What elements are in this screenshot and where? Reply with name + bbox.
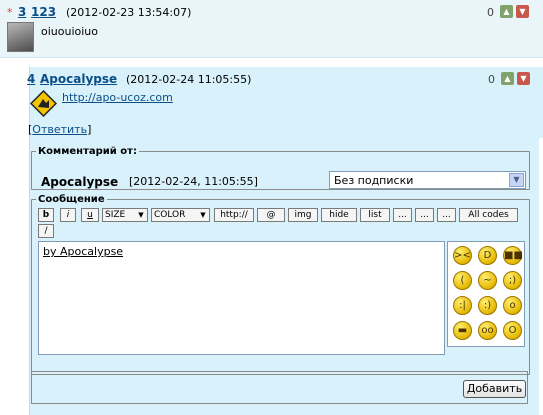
close-tag-button[interactable]: /: [38, 224, 54, 238]
avatar: [7, 22, 34, 52]
list-button[interactable]: list: [360, 208, 390, 222]
smiley-frown-icon[interactable]: :|: [453, 296, 472, 315]
more-button-1[interactable]: ...: [393, 208, 412, 222]
new-marker: *: [7, 6, 13, 19]
all-codes-button[interactable]: All codes: [459, 208, 518, 222]
more-button-2[interactable]: ...: [415, 208, 434, 222]
thumb-down-icon[interactable]: ▼: [517, 72, 530, 85]
reply-wrapper: [Ответить]: [28, 123, 92, 136]
smiley-surprised-icon[interactable]: o: [503, 296, 522, 315]
smiley-smile-icon[interactable]: :): [478, 296, 497, 315]
smileys-panel: >< D ■■ ( ~ ;) :| :) o ▬ oo O: [447, 241, 525, 347]
comment-number-link[interactable]: 4: [27, 72, 35, 86]
underline-button[interactable]: u: [81, 208, 99, 222]
color-select-label: COLOR: [154, 210, 186, 220]
smiley-sly-icon[interactable]: ~: [478, 271, 497, 290]
comment-author-legend: Комментарий от:: [38, 146, 137, 157]
size-select-label: SIZE: [105, 210, 126, 220]
comment-form: Комментарий от: Apocalypse [2012-02-24, …: [29, 138, 539, 415]
smiley-wink-icon[interactable]: ;): [503, 271, 522, 290]
message-textarea[interactable]: by Apocalypse: [38, 241, 445, 355]
url-button[interactable]: http://: [214, 208, 254, 222]
comment-author-link[interactable]: 123: [31, 5, 56, 19]
comment-number-link[interactable]: 3: [18, 5, 26, 19]
smiley-sad-icon[interactable]: (: [453, 271, 472, 290]
comment-date: (2012-02-24 11:05:55): [126, 73, 252, 86]
img-button[interactable]: img: [288, 208, 318, 222]
comment-text: oiuouioiuo: [41, 25, 99, 38]
email-button[interactable]: @: [257, 208, 285, 222]
author-name: Apocalypse: [41, 175, 119, 189]
subscription-select[interactable]: Без подписки ▼: [329, 171, 526, 189]
bold-button[interactable]: b: [38, 208, 54, 222]
submit-button[interactable]: Добавить: [463, 380, 526, 398]
smiley-grin-icon[interactable]: D: [478, 246, 497, 265]
thumb-down-icon[interactable]: ▼: [516, 5, 529, 18]
subscription-value: Без подписки: [334, 174, 414, 187]
chevron-down-icon: ▼: [138, 211, 144, 219]
message-legend: Сообщение: [38, 194, 105, 205]
hide-button[interactable]: hide: [321, 208, 357, 222]
rating-value: 0: [488, 73, 495, 86]
message-text: by Apocalypse: [43, 245, 124, 258]
comment-author-fieldset: Комментарий от: Apocalypse [2012-02-24, …: [31, 146, 530, 190]
italic-button[interactable]: i: [60, 208, 76, 222]
reply-link[interactable]: Ответить: [32, 123, 87, 136]
submit-area: Добавить: [31, 371, 528, 404]
comment-1: * 3 123 (2012-02-23 13:54:07) oiuouioiuo…: [0, 0, 543, 58]
smiley-angry-icon[interactable]: ><: [453, 246, 472, 265]
chevron-down-icon: ▼: [200, 211, 206, 219]
size-select[interactable]: SIZE ▼: [102, 208, 148, 222]
smiley-blush-icon[interactable]: oo: [478, 321, 497, 340]
rating-value: 0: [487, 6, 494, 19]
comment-date: (2012-02-23 13:54:07): [66, 6, 192, 19]
site-logo-icon: [30, 90, 57, 117]
comment-author-link[interactable]: Apocalypse: [40, 72, 117, 86]
chevron-down-icon[interactable]: ▼: [509, 173, 524, 187]
smiley-laugh-icon[interactable]: ▬: [453, 321, 472, 340]
author-date: [2012-02-24, 11:05:55]: [129, 175, 258, 188]
more-button-3[interactable]: ...: [437, 208, 456, 222]
smiley-shock-icon[interactable]: O: [503, 321, 522, 340]
thumb-up-icon[interactable]: ▲: [500, 5, 513, 18]
thumb-up-icon[interactable]: ▲: [501, 72, 514, 85]
comment-2: 4 Apocalypse (2012-02-24 11:05:55) http:…: [27, 67, 543, 138]
author-website-link[interactable]: http://apo-ucoz.com: [62, 91, 173, 104]
smiley-cool-icon[interactable]: ■■: [503, 246, 523, 265]
color-select[interactable]: COLOR ▼: [151, 208, 210, 222]
